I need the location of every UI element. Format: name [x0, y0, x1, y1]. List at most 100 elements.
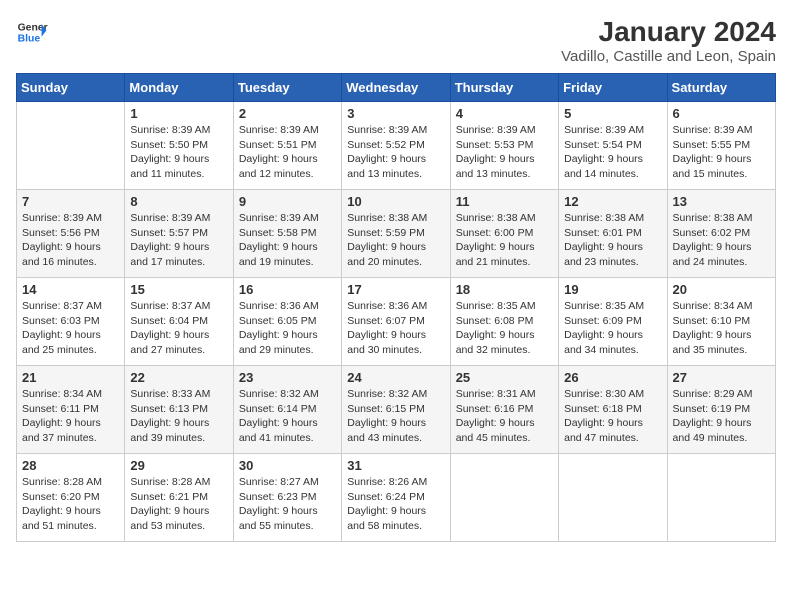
- day-detail: Sunrise: 8:39 AMSunset: 5:56 PMDaylight:…: [22, 211, 119, 270]
- calendar-cell: 3 Sunrise: 8:39 AMSunset: 5:52 PMDaylight…: [342, 102, 450, 190]
- calendar-cell: 8 Sunrise: 8:39 AMSunset: 5:57 PMDaylight…: [125, 190, 233, 278]
- day-detail: Sunrise: 8:30 AMSunset: 6:18 PMDaylight:…: [564, 387, 661, 446]
- day-number: 12: [564, 194, 661, 209]
- day-detail: Sunrise: 8:34 AMSunset: 6:11 PMDaylight:…: [22, 387, 119, 446]
- calendar-cell: 14 Sunrise: 8:37 AMSunset: 6:03 PMDayligh…: [17, 278, 125, 366]
- day-detail: Sunrise: 8:36 AMSunset: 6:07 PMDaylight:…: [347, 299, 444, 358]
- calendar-cell: 23 Sunrise: 8:32 AMSunset: 6:14 PMDayligh…: [233, 366, 341, 454]
- logo-icon: General Blue: [16, 16, 48, 48]
- column-header-friday: Friday: [559, 74, 667, 102]
- day-detail: Sunrise: 8:39 AMSunset: 5:53 PMDaylight:…: [456, 123, 553, 182]
- day-number: 22: [130, 370, 227, 385]
- day-detail: Sunrise: 8:39 AMSunset: 5:55 PMDaylight:…: [673, 123, 770, 182]
- day-number: 8: [130, 194, 227, 209]
- day-detail: Sunrise: 8:29 AMSunset: 6:19 PMDaylight:…: [673, 387, 770, 446]
- day-detail: Sunrise: 8:31 AMSunset: 6:16 PMDaylight:…: [456, 387, 553, 446]
- calendar-cell: 1Sunrise: 8:39 AMSunset: 5:50 PMDaylight…: [125, 102, 233, 190]
- day-detail: Sunrise: 8:39 AMSunset: 5:52 PMDaylight:…: [347, 123, 444, 182]
- calendar-cell: 24 Sunrise: 8:32 AMSunset: 6:15 PMDayligh…: [342, 366, 450, 454]
- day-number: 10: [347, 194, 444, 209]
- column-header-thursday: Thursday: [450, 74, 558, 102]
- calendar-cell: 28 Sunrise: 8:28 AMSunset: 6:20 PMDayligh…: [17, 454, 125, 542]
- column-header-sunday: Sunday: [17, 74, 125, 102]
- calendar-cell: 31 Sunrise: 8:26 AMSunset: 6:24 PMDayligh…: [342, 454, 450, 542]
- day-detail: Sunrise: 8:37 AMSunset: 6:03 PMDaylight:…: [22, 299, 119, 358]
- day-detail: Sunrise: 8:38 AMSunset: 5:59 PMDaylight:…: [347, 211, 444, 270]
- day-number: 17: [347, 282, 444, 297]
- day-number: 20: [673, 282, 770, 297]
- day-number: 14: [22, 282, 119, 297]
- day-number: 23: [239, 370, 336, 385]
- calendar-cell: [559, 454, 667, 542]
- calendar-header-row: SundayMondayTuesdayWednesdayThursdayFrid…: [17, 74, 776, 102]
- day-detail: Sunrise: 8:39 AMSunset: 5:51 PMDaylight:…: [239, 123, 336, 182]
- calendar-cell: [17, 102, 125, 190]
- day-number: 2: [239, 106, 336, 121]
- day-detail: Sunrise: 8:32 AMSunset: 6:14 PMDaylight:…: [239, 387, 336, 446]
- month-year: January 2024: [561, 16, 776, 48]
- day-number: 28: [22, 458, 119, 473]
- calendar-body: 1Sunrise: 8:39 AMSunset: 5:50 PMDaylight…: [17, 102, 776, 542]
- day-number: 27: [673, 370, 770, 385]
- day-number: 5: [564, 106, 661, 121]
- day-detail: Sunrise: 8:38 AMSunset: 6:02 PMDaylight:…: [673, 211, 770, 270]
- day-number: 13: [673, 194, 770, 209]
- calendar-cell: 10 Sunrise: 8:38 AMSunset: 5:59 PMDayligh…: [342, 190, 450, 278]
- calendar-cell: 11Sunrise: 8:38 AMSunset: 6:00 PMDayligh…: [450, 190, 558, 278]
- svg-text:Blue: Blue: [18, 34, 41, 45]
- calendar-cell: 15Sunrise: 8:37 AMSunset: 6:04 PMDayligh…: [125, 278, 233, 366]
- day-detail: Sunrise: 8:39 AMSunset: 5:58 PMDaylight:…: [239, 211, 336, 270]
- day-detail: Sunrise: 8:35 AMSunset: 6:09 PMDaylight:…: [564, 299, 661, 358]
- title-block: January 2024 Vadillo, Castille and Leon,…: [561, 16, 776, 65]
- calendar-cell: 19Sunrise: 8:35 AMSunset: 6:09 PMDayligh…: [559, 278, 667, 366]
- day-number: 4: [456, 106, 553, 121]
- day-number: 25: [456, 370, 553, 385]
- day-detail: Sunrise: 8:27 AMSunset: 6:23 PMDaylight:…: [239, 475, 336, 534]
- calendar-cell: 25 Sunrise: 8:31 AMSunset: 6:16 PMDayligh…: [450, 366, 558, 454]
- calendar-cell: 21 Sunrise: 8:34 AMSunset: 6:11 PMDayligh…: [17, 366, 125, 454]
- day-detail: Sunrise: 8:36 AMSunset: 6:05 PMDaylight:…: [239, 299, 336, 358]
- day-number: 3: [347, 106, 444, 121]
- day-number: 18: [456, 282, 553, 297]
- day-number: 24: [347, 370, 444, 385]
- column-header-saturday: Saturday: [667, 74, 775, 102]
- calendar-cell: 2 Sunrise: 8:39 AMSunset: 5:51 PMDaylight…: [233, 102, 341, 190]
- day-detail: Sunrise: 8:32 AMSunset: 6:15 PMDaylight:…: [347, 387, 444, 446]
- calendar-cell: 12Sunrise: 8:38 AMSunset: 6:01 PMDayligh…: [559, 190, 667, 278]
- day-detail: Sunrise: 8:39 AMSunset: 5:57 PMDaylight:…: [130, 211, 227, 270]
- calendar-cell: [450, 454, 558, 542]
- day-number: 26: [564, 370, 661, 385]
- calendar-cell: 22Sunrise: 8:33 AMSunset: 6:13 PMDayligh…: [125, 366, 233, 454]
- calendar-cell: 16Sunrise: 8:36 AMSunset: 6:05 PMDayligh…: [233, 278, 341, 366]
- calendar-cell: 6 Sunrise: 8:39 AMSunset: 5:55 PMDaylight…: [667, 102, 775, 190]
- calendar-cell: 17 Sunrise: 8:36 AMSunset: 6:07 PMDayligh…: [342, 278, 450, 366]
- day-detail: Sunrise: 8:39 AMSunset: 5:54 PMDaylight:…: [564, 123, 661, 182]
- calendar-cell: 7 Sunrise: 8:39 AMSunset: 5:56 PMDaylight…: [17, 190, 125, 278]
- column-header-tuesday: Tuesday: [233, 74, 341, 102]
- calendar-cell: 27 Sunrise: 8:29 AMSunset: 6:19 PMDayligh…: [667, 366, 775, 454]
- day-number: 11: [456, 194, 553, 209]
- day-number: 9: [239, 194, 336, 209]
- day-number: 21: [22, 370, 119, 385]
- logo: General Blue: [16, 16, 48, 48]
- day-number: 31: [347, 458, 444, 473]
- day-detail: Sunrise: 8:28 AMSunset: 6:20 PMDaylight:…: [22, 475, 119, 534]
- calendar-week-row: 14 Sunrise: 8:37 AMSunset: 6:03 PMDayligh…: [17, 278, 776, 366]
- calendar-week-row: 21 Sunrise: 8:34 AMSunset: 6:11 PMDayligh…: [17, 366, 776, 454]
- calendar-week-row: 1Sunrise: 8:39 AMSunset: 5:50 PMDaylight…: [17, 102, 776, 190]
- day-number: 7: [22, 194, 119, 209]
- page-header: General Blue January 2024 Vadillo, Casti…: [16, 16, 776, 65]
- calendar-cell: 5 Sunrise: 8:39 AMSunset: 5:54 PMDaylight…: [559, 102, 667, 190]
- calendar-table: SundayMondayTuesdayWednesdayThursdayFrid…: [16, 73, 776, 542]
- calendar-cell: 20Sunrise: 8:34 AMSunset: 6:10 PMDayligh…: [667, 278, 775, 366]
- location: Vadillo, Castille and Leon, Spain: [561, 48, 776, 65]
- day-detail: Sunrise: 8:35 AMSunset: 6:08 PMDaylight:…: [456, 299, 553, 358]
- day-number: 6: [673, 106, 770, 121]
- calendar-week-row: 7 Sunrise: 8:39 AMSunset: 5:56 PMDaylight…: [17, 190, 776, 278]
- calendar-cell: 9 Sunrise: 8:39 AMSunset: 5:58 PMDaylight…: [233, 190, 341, 278]
- day-detail: Sunrise: 8:26 AMSunset: 6:24 PMDaylight:…: [347, 475, 444, 534]
- calendar-week-row: 28 Sunrise: 8:28 AMSunset: 6:20 PMDayligh…: [17, 454, 776, 542]
- calendar-cell: [667, 454, 775, 542]
- calendar-cell: 30Sunrise: 8:27 AMSunset: 6:23 PMDayligh…: [233, 454, 341, 542]
- day-detail: Sunrise: 8:28 AMSunset: 6:21 PMDaylight:…: [130, 475, 227, 534]
